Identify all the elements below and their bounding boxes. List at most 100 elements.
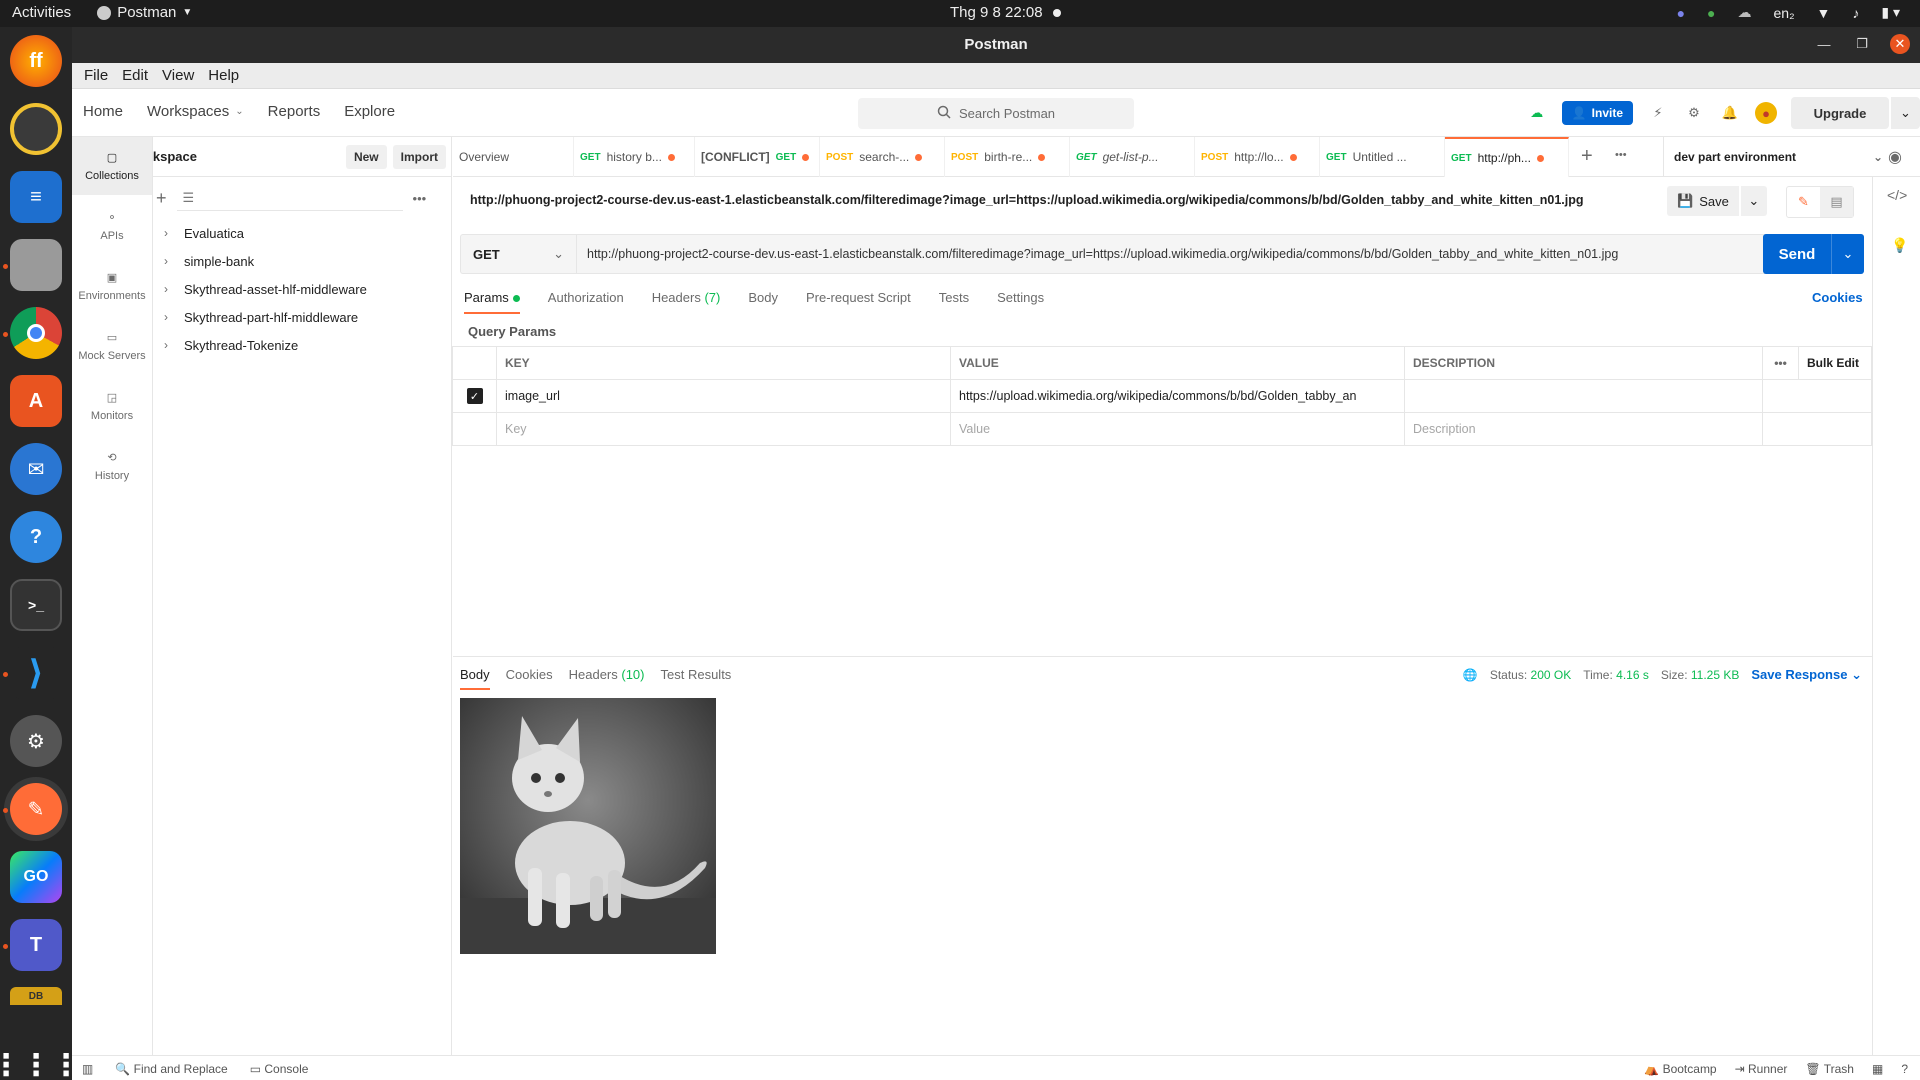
sync-status-icon[interactable]: ☁ [1526, 102, 1548, 124]
minimize-icon[interactable]: — [1814, 34, 1834, 54]
teams-icon[interactable]: T [10, 919, 62, 971]
volume-icon[interactable]: ♪ [1852, 5, 1859, 21]
new-value-field[interactable]: Value [950, 412, 1405, 446]
activities-button[interactable]: Activities [12, 4, 71, 21]
rail-history[interactable]: ⟲ History [72, 437, 152, 495]
time-info[interactable]: Time: 4.16 s [1583, 668, 1649, 682]
layout-toggle-icon[interactable]: ▦ [1872, 1062, 1883, 1076]
tab-request[interactable]: POST birth-re... [945, 137, 1070, 177]
tab-request[interactable]: GET history b... [574, 137, 695, 177]
save-options-button[interactable]: ⌄ [1740, 186, 1767, 216]
files-icon[interactable] [10, 239, 62, 291]
rail-mock-servers[interactable]: ▭ Mock Servers [72, 317, 152, 375]
save-button[interactable]: 💾 Save [1667, 186, 1739, 216]
table-more-icon[interactable]: ••• [1762, 346, 1799, 380]
eye-icon[interactable]: ◉ [1888, 147, 1902, 167]
cloud-tray-icon[interactable]: ☁ [1738, 4, 1752, 21]
rhythmbox-icon[interactable] [10, 103, 62, 155]
rail-apis[interactable]: ⚬ APIs [72, 197, 152, 255]
collection-item[interactable]: › Skythread-part-hlf-middleware [156, 303, 446, 331]
tab-request[interactable]: [CONFLICT] GET [695, 137, 820, 177]
nav-home[interactable]: Home [83, 103, 123, 120]
more-options-icon[interactable]: ••• [413, 191, 427, 206]
send-button[interactable]: Send [1763, 234, 1831, 274]
writer-icon[interactable]: ≡ [10, 171, 62, 223]
url-input[interactable]: http://phuong-project2-course-dev.us-eas… [576, 234, 1864, 274]
invite-button[interactable]: 👤 Invite [1561, 101, 1633, 125]
trash-button[interactable]: 🗑 Trash [1805, 1062, 1854, 1076]
rail-collections[interactable]: ▢ Collections [72, 137, 152, 195]
new-button[interactable]: New [345, 145, 387, 169]
bulk-edit-button[interactable]: Bulk Edit [1798, 346, 1872, 380]
sidebar-toggle-icon[interactable]: ▥ [82, 1062, 93, 1076]
find-replace-button[interactable]: 🔍 Find and Replace [115, 1062, 227, 1076]
bootcamp-button[interactable]: ⛺ Bootcamp [1644, 1062, 1716, 1076]
tab-request-active[interactable]: GET http://ph... [1445, 137, 1569, 177]
param-value-field[interactable]: https://upload.wikimedia.org/wikipedia/c… [950, 379, 1405, 413]
settings-gear-icon[interactable]: ⚙ [1683, 102, 1705, 124]
save-response-button[interactable]: Save Response ⌄ [1751, 667, 1862, 683]
firefox-icon[interactable]: ff [10, 35, 62, 87]
collection-item[interactable]: › Skythread-Tokenize [156, 331, 446, 359]
postman-icon[interactable]: ✎ [10, 783, 62, 835]
response-tab-headers[interactable]: Headers (10) [569, 667, 645, 690]
response-tab-body[interactable]: Body [460, 667, 490, 690]
chrome-tray-icon[interactable]: ● [1707, 5, 1715, 21]
environment-selector[interactable]: dev part environment ⌄ [1663, 137, 1893, 177]
rail-environments[interactable]: ▣ Environments [72, 257, 152, 315]
add-collection-icon[interactable]: + [156, 188, 167, 209]
filter-input[interactable]: ☰ [176, 185, 403, 211]
show-apps-icon[interactable]: ⋮⋮⋮ [0, 1039, 81, 1080]
size-info[interactable]: Size: 11.25 KB [1661, 668, 1740, 682]
bell-icon[interactable]: 🔔 [1719, 102, 1741, 124]
menu-edit[interactable]: Edit [116, 67, 154, 84]
wifi-icon[interactable]: ▼ [1817, 5, 1831, 21]
upgrade-button[interactable]: Upgrade [1791, 97, 1889, 129]
param-checkbox[interactable]: ✓ [466, 388, 483, 404]
param-key-field[interactable]: image_url [496, 379, 951, 413]
tab-settings[interactable]: Settings [997, 290, 1044, 314]
new-tab-icon[interactable]: + [1581, 145, 1593, 168]
software-center-icon[interactable]: A [10, 375, 62, 427]
tab-request[interactable]: GET Untitled ... [1320, 137, 1445, 177]
language-indicator[interactable]: en₂ [1774, 5, 1795, 21]
tab-body[interactable]: Body [748, 290, 778, 314]
status-info[interactable]: Status: 200 OK [1490, 668, 1571, 682]
db-app-icon[interactable]: DB [10, 987, 62, 1005]
lightbulb-icon[interactable]: 💡 [1891, 237, 1908, 254]
thunderbird-icon[interactable]: ✉ [10, 443, 62, 495]
vscode-icon[interactable]: ⟩ [10, 647, 62, 699]
app-menu[interactable]: Postman ▼ [97, 4, 192, 21]
nav-workspaces[interactable]: Workspaces ⌄ [147, 103, 244, 120]
tab-options-icon[interactable]: ••• [1615, 149, 1627, 161]
collection-item[interactable]: › Evaluatica [156, 219, 446, 247]
settings-icon[interactable]: ⚙ [10, 715, 62, 767]
satellite-icon[interactable]: ⚡ [1647, 102, 1669, 124]
tab-request[interactable]: POST http://lo... [1195, 137, 1320, 177]
help-circle-icon[interactable]: ? [1901, 1062, 1908, 1076]
new-key-field[interactable]: Key [496, 412, 951, 446]
tab-tests[interactable]: Tests [939, 290, 969, 314]
tab-authorization[interactable]: Authorization [548, 290, 624, 314]
search-input[interactable]: Search Postman [858, 98, 1134, 129]
pencil-icon[interactable]: ✎ [1787, 187, 1820, 217]
upgrade-menu-button[interactable]: ⌄ [1890, 97, 1920, 129]
terminal-icon[interactable]: >_ [10, 579, 62, 631]
menu-help[interactable]: Help [202, 67, 245, 84]
globe-icon[interactable]: 🌐 [1463, 668, 1478, 682]
param-description-field[interactable] [1404, 379, 1763, 413]
menu-view[interactable]: View [156, 67, 200, 84]
tab-params[interactable]: Params [464, 290, 520, 314]
nav-explore[interactable]: Explore [344, 103, 395, 120]
request-name[interactable]: http://phuong-project2-course-dev.us-eas… [470, 193, 1584, 207]
chrome-icon[interactable] [10, 307, 62, 359]
tab-overview[interactable]: Overview [453, 137, 574, 177]
new-description-field[interactable]: Description [1404, 412, 1763, 446]
response-tab-test-results[interactable]: Test Results [661, 667, 732, 690]
tab-request[interactable]: POST search-... [820, 137, 945, 177]
tab-headers[interactable]: Headers (7) [652, 290, 721, 314]
clock[interactable]: Thg 9 8 22:08 [950, 4, 1061, 21]
close-icon[interactable]: ✕ [1890, 34, 1910, 54]
response-tab-cookies[interactable]: Cookies [506, 667, 553, 690]
teams-tray-icon[interactable]: ● [1677, 5, 1685, 21]
